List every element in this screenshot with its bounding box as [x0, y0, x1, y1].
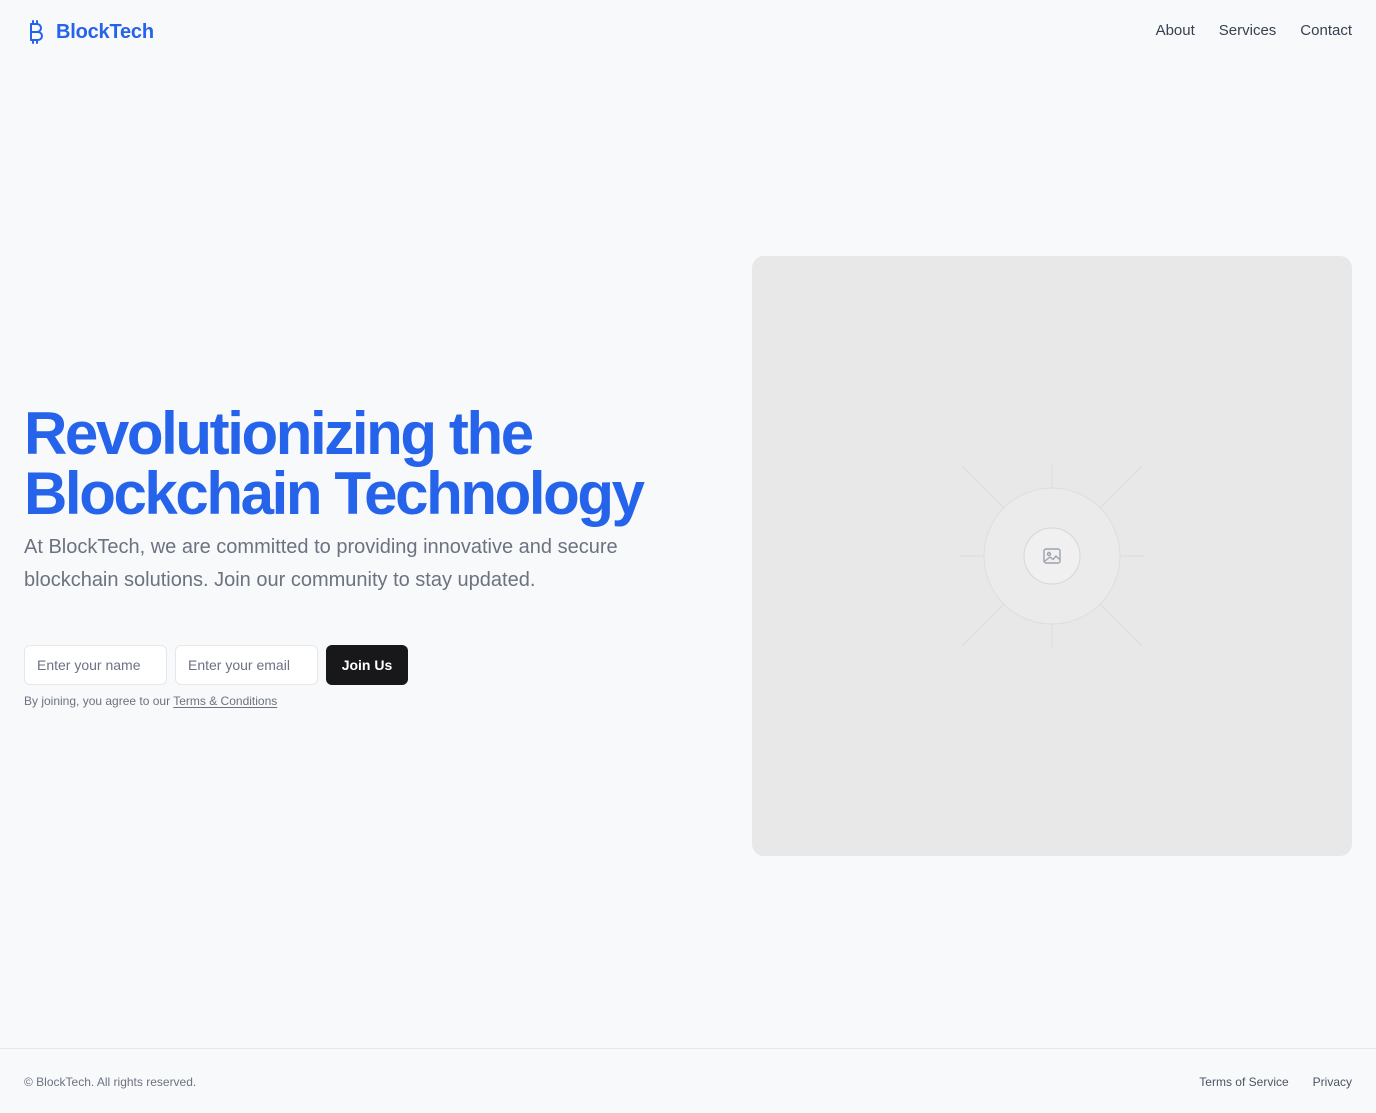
footer-link-terms-of-service[interactable]: Terms of Service	[1199, 1074, 1288, 1090]
footer-links: Terms of Service Privacy	[1199, 1074, 1352, 1090]
signup-form: Join Us	[24, 645, 408, 685]
hero-title-line-1: Revolutionizing the	[24, 400, 534, 467]
site-header: BlockTech About Services Contact	[0, 0, 1376, 64]
brand-name: BlockTech	[56, 20, 154, 43]
image-placeholder-icon	[1042, 546, 1062, 566]
nav-link-about[interactable]: About	[1156, 21, 1195, 41]
nav-link-contact[interactable]: Contact	[1300, 21, 1352, 41]
brand-logo-link[interactable]: BlockTech	[24, 17, 154, 47]
email-input[interactable]	[175, 645, 318, 685]
hero-description: At BlockTech, we are committed to provid…	[24, 536, 618, 591]
footer-link-privacy[interactable]: Privacy	[1313, 1074, 1352, 1090]
copyright-text: © BlockTech. All rights reserved.	[24, 1075, 197, 1089]
bitcoin-icon	[24, 17, 46, 47]
site-footer: © BlockTech. All rights reserved. Terms …	[0, 1048, 1376, 1113]
terms-notice-text: By joining, you agree to our	[24, 694, 171, 708]
hero-title-line-2: Blockchain Technology	[24, 460, 645, 527]
name-input[interactable]	[24, 645, 167, 685]
hero-image-placeholder	[752, 256, 1352, 856]
join-button[interactable]: Join Us	[326, 645, 408, 685]
hero-title: Revolutionizing the Blockchain Technolog…	[24, 404, 684, 524]
terms-notice: By joining, you agree to our Terms & Con…	[24, 693, 277, 709]
main-nav: About Services Contact	[1156, 21, 1352, 41]
nav-link-services[interactable]: Services	[1219, 21, 1277, 41]
terms-conditions-link[interactable]: Terms & Conditions	[173, 694, 277, 708]
